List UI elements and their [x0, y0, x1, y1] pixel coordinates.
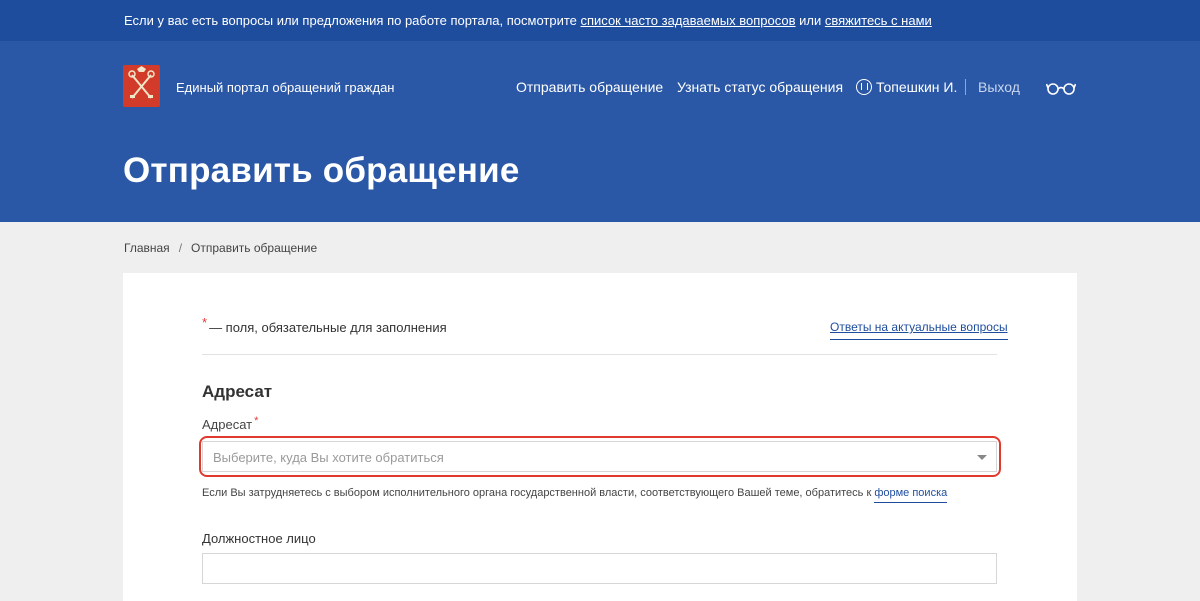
search-form-link[interactable]: форме поиска: [874, 487, 948, 503]
addressee-label-text: Адресат: [202, 417, 253, 432]
required-star: *: [202, 315, 208, 330]
info-bar-text: Если у вас есть вопросы или предложения …: [124, 13, 581, 28]
nav-user-profile[interactable]: Топешкин И.: [856, 79, 957, 95]
required-fields-note: * — поля, обязательные для заполнения: [202, 315, 447, 335]
required-note-text: — поля, обязательные для заполнения: [209, 320, 447, 335]
form-divider: [202, 354, 997, 355]
nav-send-request[interactable]: Отправить обращение: [516, 79, 663, 95]
glasses-icon[interactable]: [1046, 81, 1076, 95]
breadcrumb-separator: /: [178, 241, 183, 255]
official-label: Должностное лицо: [202, 531, 316, 546]
breadcrumb: Главная / Отправить обращение: [124, 241, 317, 255]
addressee-hint-text: Если Вы затрудняетесь с выбором исполнит…: [202, 487, 875, 499]
nav-divider: [965, 79, 966, 95]
actual-questions-link[interactable]: Ответы на актуальные вопросы: [830, 320, 1008, 340]
user-icon: [856, 79, 872, 95]
contact-link[interactable]: свяжитесь с нами: [825, 13, 932, 28]
info-bar-middle: или: [795, 13, 825, 28]
addressee-label: Адресат *: [202, 415, 259, 432]
page-title: Отправить обращение: [123, 151, 520, 190]
official-input[interactable]: [202, 553, 997, 584]
faq-link[interactable]: список часто задаваемых вопросов: [581, 13, 796, 28]
info-bar: Если у вас есть вопросы или предложения …: [0, 0, 1200, 41]
nav-check-status[interactable]: Узнать статус обращения: [677, 79, 843, 95]
crossed-keys-icon: [128, 66, 155, 99]
breadcrumb-home[interactable]: Главная: [124, 241, 170, 255]
user-name: Топешкин И.: [876, 79, 958, 95]
addressee-hint: Если Вы затрудняетесь с выбором исполнит…: [202, 487, 948, 503]
addressee-highlight-outline: [199, 436, 1001, 477]
site-header: Единый портал обращений граждан Отправит…: [0, 41, 1200, 222]
breadcrumb-current: Отправить обращение: [191, 241, 318, 255]
nav-logout[interactable]: Выход: [978, 79, 1020, 95]
portal-name[interactable]: Единый портал обращений граждан: [176, 80, 395, 95]
request-form-card: * — поля, обязательные для заполнения Отв…: [123, 273, 1077, 601]
coat-of-arms-logo[interactable]: [123, 65, 160, 107]
addressee-required-star: *: [254, 415, 259, 427]
section-title-addressee: Адресат: [202, 382, 273, 401]
